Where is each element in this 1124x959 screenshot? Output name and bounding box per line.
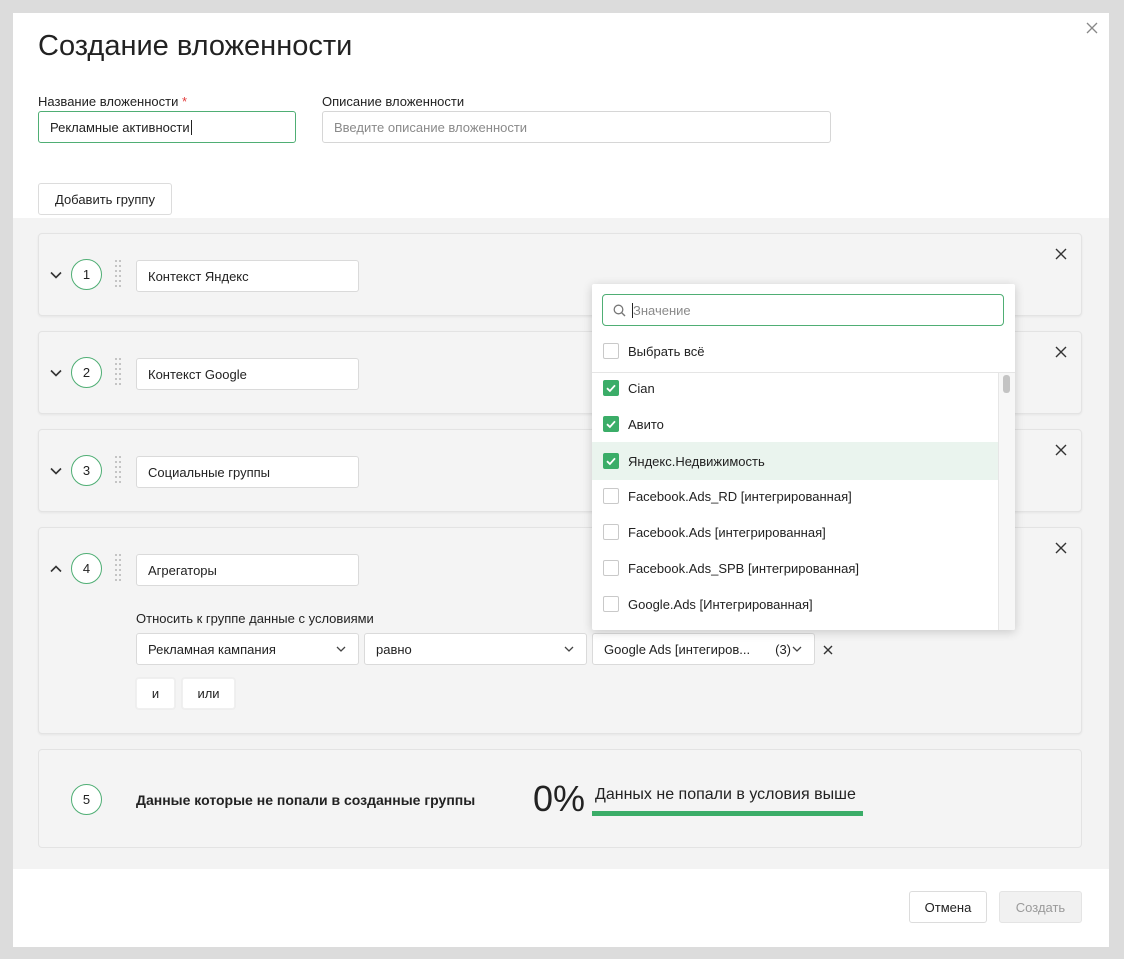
group-name-input[interactable]: Агрегаторы bbox=[136, 554, 359, 586]
dropdown-option[interactable]: Google.Ads [Интегрированная] bbox=[592, 586, 998, 622]
condition-operator-select[interactable]: равно bbox=[364, 633, 587, 665]
modal-footer: Отмена Создать bbox=[13, 869, 1109, 947]
close-icon[interactable] bbox=[1054, 247, 1068, 261]
group-name-input[interactable]: Социальные группы bbox=[136, 456, 359, 488]
checkbox[interactable] bbox=[603, 488, 619, 504]
checkbox-checked[interactable] bbox=[603, 416, 619, 432]
required-mark: * bbox=[181, 94, 188, 109]
group-name-input[interactable]: Контекст Google bbox=[136, 358, 359, 390]
selected-count: (3) bbox=[775, 641, 791, 657]
drag-handle-icon[interactable] bbox=[113, 356, 123, 388]
condition-value-select[interactable]: Google Ads [интегиров... (3) bbox=[592, 633, 815, 665]
chevron-down-icon bbox=[792, 646, 802, 652]
close-icon[interactable] bbox=[1084, 20, 1100, 36]
nesting-name-input[interactable]: Рекламные активности bbox=[38, 111, 296, 143]
scrollbar-thumb[interactable] bbox=[1003, 375, 1010, 393]
create-button[interactable]: Создать bbox=[999, 891, 1082, 923]
checkbox[interactable] bbox=[603, 596, 619, 612]
value-dropdown: Значение Выбрать всё Cian Авито Яндекс.Н… bbox=[592, 284, 1015, 630]
remainder-underline bbox=[592, 811, 863, 816]
chevron-down-icon[interactable] bbox=[49, 464, 63, 478]
drag-handle-icon[interactable] bbox=[113, 258, 123, 290]
description-field-label: Описание вложенности bbox=[322, 94, 465, 109]
group-name-input[interactable]: Контекст Яндекс bbox=[136, 260, 359, 292]
text-caret bbox=[190, 119, 192, 135]
and-button[interactable]: и bbox=[136, 678, 175, 709]
chevron-down-icon[interactable] bbox=[49, 366, 63, 380]
chevron-down-icon bbox=[564, 646, 574, 652]
chevron-up-icon[interactable] bbox=[49, 562, 63, 576]
dropdown-option[interactable]: Facebook.Ads_RD [интегрированная] bbox=[592, 478, 998, 514]
close-icon[interactable] bbox=[1054, 345, 1068, 359]
dropdown-option[interactable]: Авито bbox=[592, 406, 998, 442]
group-number: 1 bbox=[71, 259, 102, 290]
condition-field-select[interactable]: Рекламная кампания bbox=[136, 633, 359, 665]
condition-label: Относить к группе данные с условиями bbox=[136, 611, 374, 626]
remove-condition-icon[interactable] bbox=[822, 644, 834, 656]
dropdown-scrollbar[interactable] bbox=[998, 373, 1015, 630]
modal-header: Создание вложенности Название вложенност… bbox=[13, 13, 1109, 180]
dropdown-option[interactable]: Яндекс.Недвижимость bbox=[592, 442, 998, 480]
dropdown-option[interactable]: Facebook.Ads [интегрированная] bbox=[592, 514, 998, 550]
group-number: 4 bbox=[71, 553, 102, 584]
remainder-card: 5 Данные которые не попали в созданные г… bbox=[38, 749, 1082, 848]
remainder-text: Данные которые не попали в созданные гру… bbox=[136, 792, 476, 808]
or-button[interactable]: или bbox=[182, 678, 235, 709]
drag-handle-icon[interactable] bbox=[113, 454, 123, 486]
close-icon[interactable] bbox=[1054, 443, 1068, 457]
name-field-label: Название вложенности * bbox=[38, 94, 188, 109]
dropdown-option[interactable]: Facebook.Ads_SPB [интегрированная] bbox=[592, 550, 998, 586]
checkbox-checked[interactable] bbox=[603, 453, 619, 469]
value-count-wrap: (3) bbox=[775, 642, 803, 657]
chevron-down-icon[interactable] bbox=[49, 268, 63, 282]
checkbox[interactable] bbox=[603, 524, 619, 540]
check-icon bbox=[606, 384, 616, 393]
dropdown-option[interactable]: Cian bbox=[592, 370, 998, 406]
group-number: 2 bbox=[71, 357, 102, 388]
dropdown-search-input[interactable]: Значение bbox=[602, 294, 1004, 326]
drag-handle-icon[interactable] bbox=[113, 552, 123, 584]
chevron-down-icon bbox=[336, 646, 346, 652]
checkbox[interactable] bbox=[603, 560, 619, 576]
nesting-description-input[interactable]: Введите описание вложенности bbox=[322, 111, 831, 143]
check-icon bbox=[606, 420, 616, 429]
group-number: 5 bbox=[71, 784, 102, 815]
checkbox[interactable] bbox=[603, 343, 619, 359]
cancel-button[interactable]: Отмена bbox=[909, 891, 987, 923]
checkbox-checked[interactable] bbox=[603, 380, 619, 396]
select-all-option[interactable]: Выбрать всё bbox=[592, 333, 998, 369]
group-number: 3 bbox=[71, 455, 102, 486]
close-icon[interactable] bbox=[1054, 541, 1068, 555]
add-group-strip bbox=[13, 180, 1109, 218]
check-icon bbox=[606, 457, 616, 466]
add-group-button[interactable]: Добавить группу bbox=[38, 183, 172, 215]
modal-title: Создание вложенности bbox=[38, 30, 353, 62]
remainder-note: Данных не попали в условия выше bbox=[595, 786, 856, 803]
remainder-percent: 0% bbox=[533, 778, 586, 819]
search-icon bbox=[613, 304, 626, 316]
